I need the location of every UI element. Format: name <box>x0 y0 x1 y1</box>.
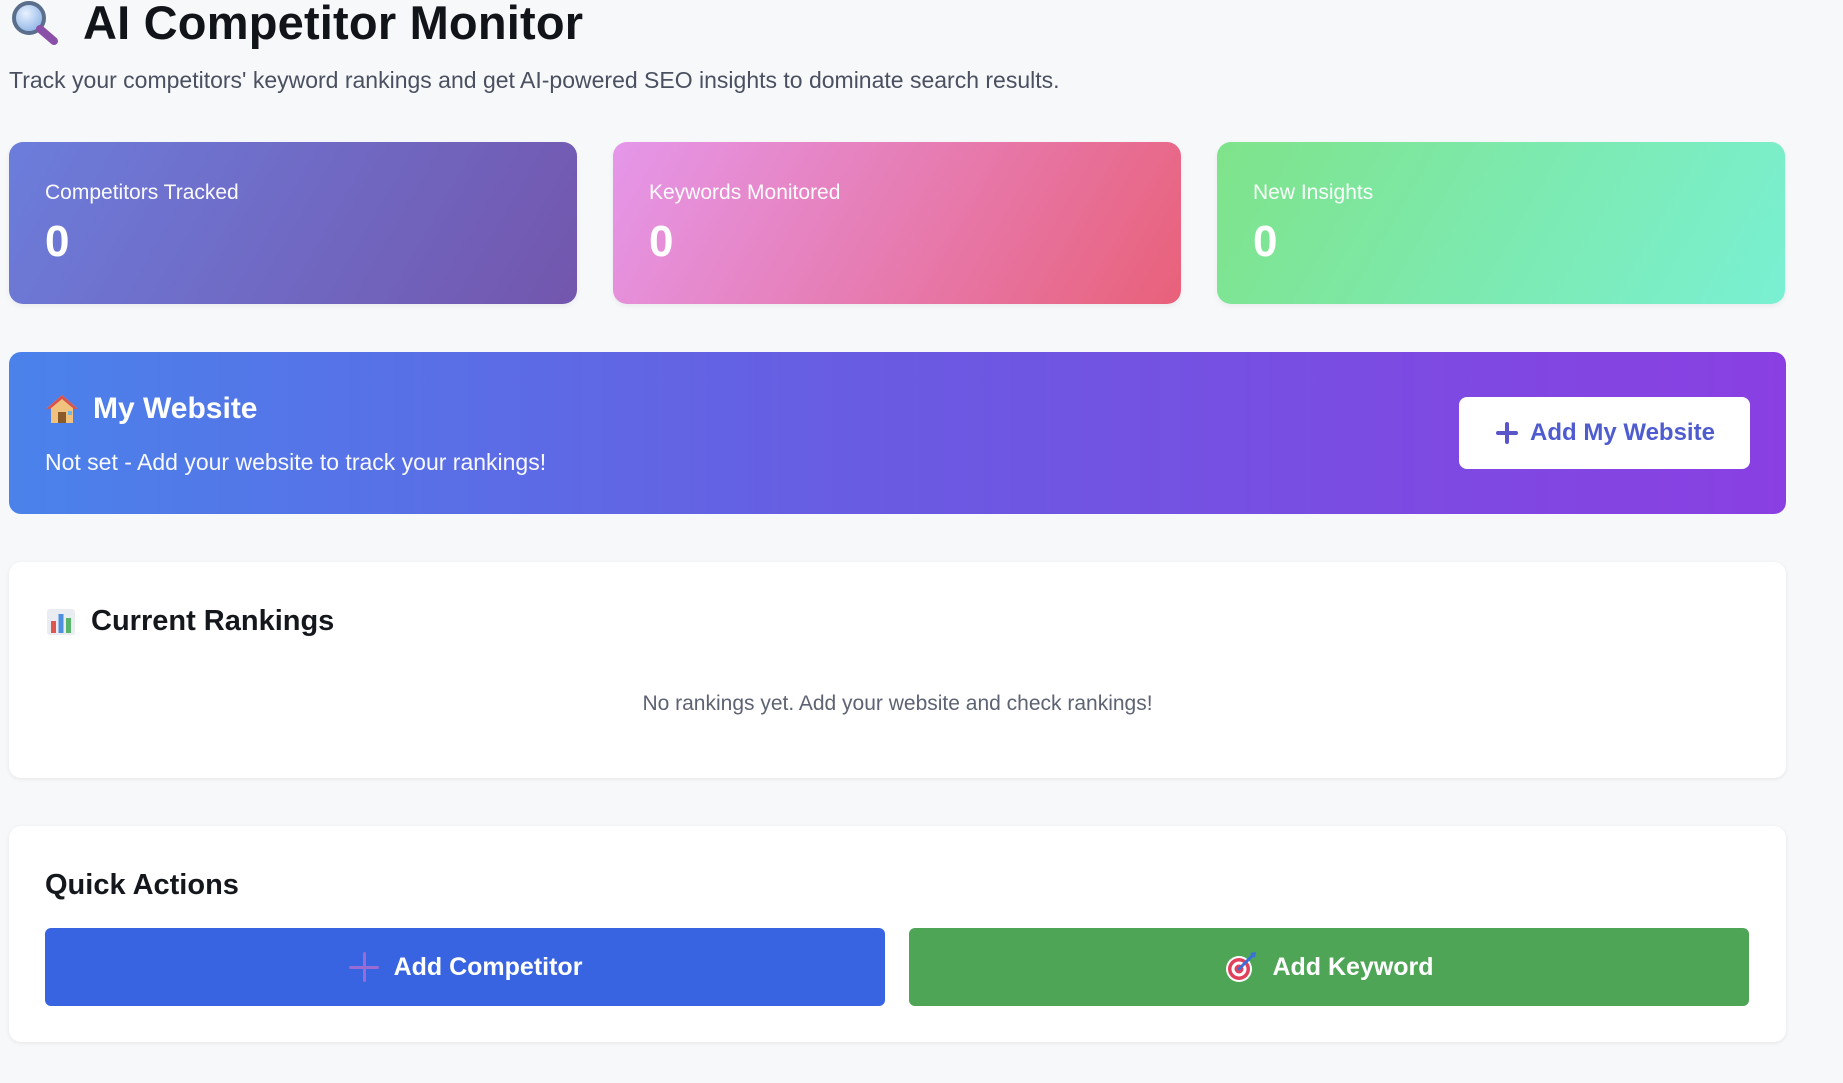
quick-actions-panel: Quick Actions Add Competitor Add Keyword <box>9 826 1786 1042</box>
stat-label: New Insights <box>1253 181 1374 204</box>
title-row: AI Competitor Monitor <box>9 0 1789 46</box>
stats-row: Competitors Tracked 0 Keywords Monitored… <box>9 142 1786 304</box>
plus-icon <box>348 951 380 983</box>
my-website-banner: My Website Not set - Add your website to… <box>9 352 1786 514</box>
page-subtitle: Track your competitors' keyword rankings… <box>9 67 1060 93</box>
add-keyword-label: Add Keyword <box>1272 952 1434 981</box>
current-rankings-panel: Current Rankings No rankings yet. Add yo… <box>9 562 1786 778</box>
add-competitor-button[interactable]: Add Competitor <box>45 928 885 1006</box>
my-website-title-row: My Website <box>45 392 258 426</box>
header: AI Competitor Monitor Track your competi… <box>9 0 1789 94</box>
stat-value: 0 <box>45 217 70 266</box>
stat-card-competitors: Competitors Tracked 0 <box>9 142 577 304</box>
quick-actions-title: Quick Actions <box>45 869 239 901</box>
my-website-title: My Website <box>93 392 258 425</box>
plus-icon <box>1494 420 1520 446</box>
add-competitor-label: Add Competitor <box>393 952 583 981</box>
target-icon <box>1224 950 1258 984</box>
page: AI Competitor Monitor Track your competi… <box>0 0 1843 1083</box>
rankings-title: Current Rankings <box>91 605 335 637</box>
add-keyword-button[interactable]: Add Keyword <box>909 928 1749 1006</box>
my-website-status: Not set - Add your website to track your… <box>45 449 547 475</box>
stat-value: 0 <box>649 217 674 266</box>
stat-card-keywords: Keywords Monitored 0 <box>613 142 1181 304</box>
house-icon <box>45 392 79 426</box>
rankings-empty-message: No rankings yet. Add your website and ch… <box>642 692 1153 715</box>
page-title: AI Competitor Monitor <box>83 0 584 49</box>
stat-card-insights: New Insights 0 <box>1217 142 1785 304</box>
stat-label: Competitors Tracked <box>45 181 239 204</box>
rankings-title-row: Current Rankings <box>45 604 334 638</box>
add-my-website-label: Add My Website <box>1530 419 1715 446</box>
stat-label: Keywords Monitored <box>649 181 841 204</box>
magnifying-glass-icon <box>9 0 61 46</box>
stat-value: 0 <box>1253 217 1278 266</box>
bar-chart-icon <box>45 605 77 637</box>
add-my-website-button[interactable]: Add My Website <box>1459 397 1750 469</box>
